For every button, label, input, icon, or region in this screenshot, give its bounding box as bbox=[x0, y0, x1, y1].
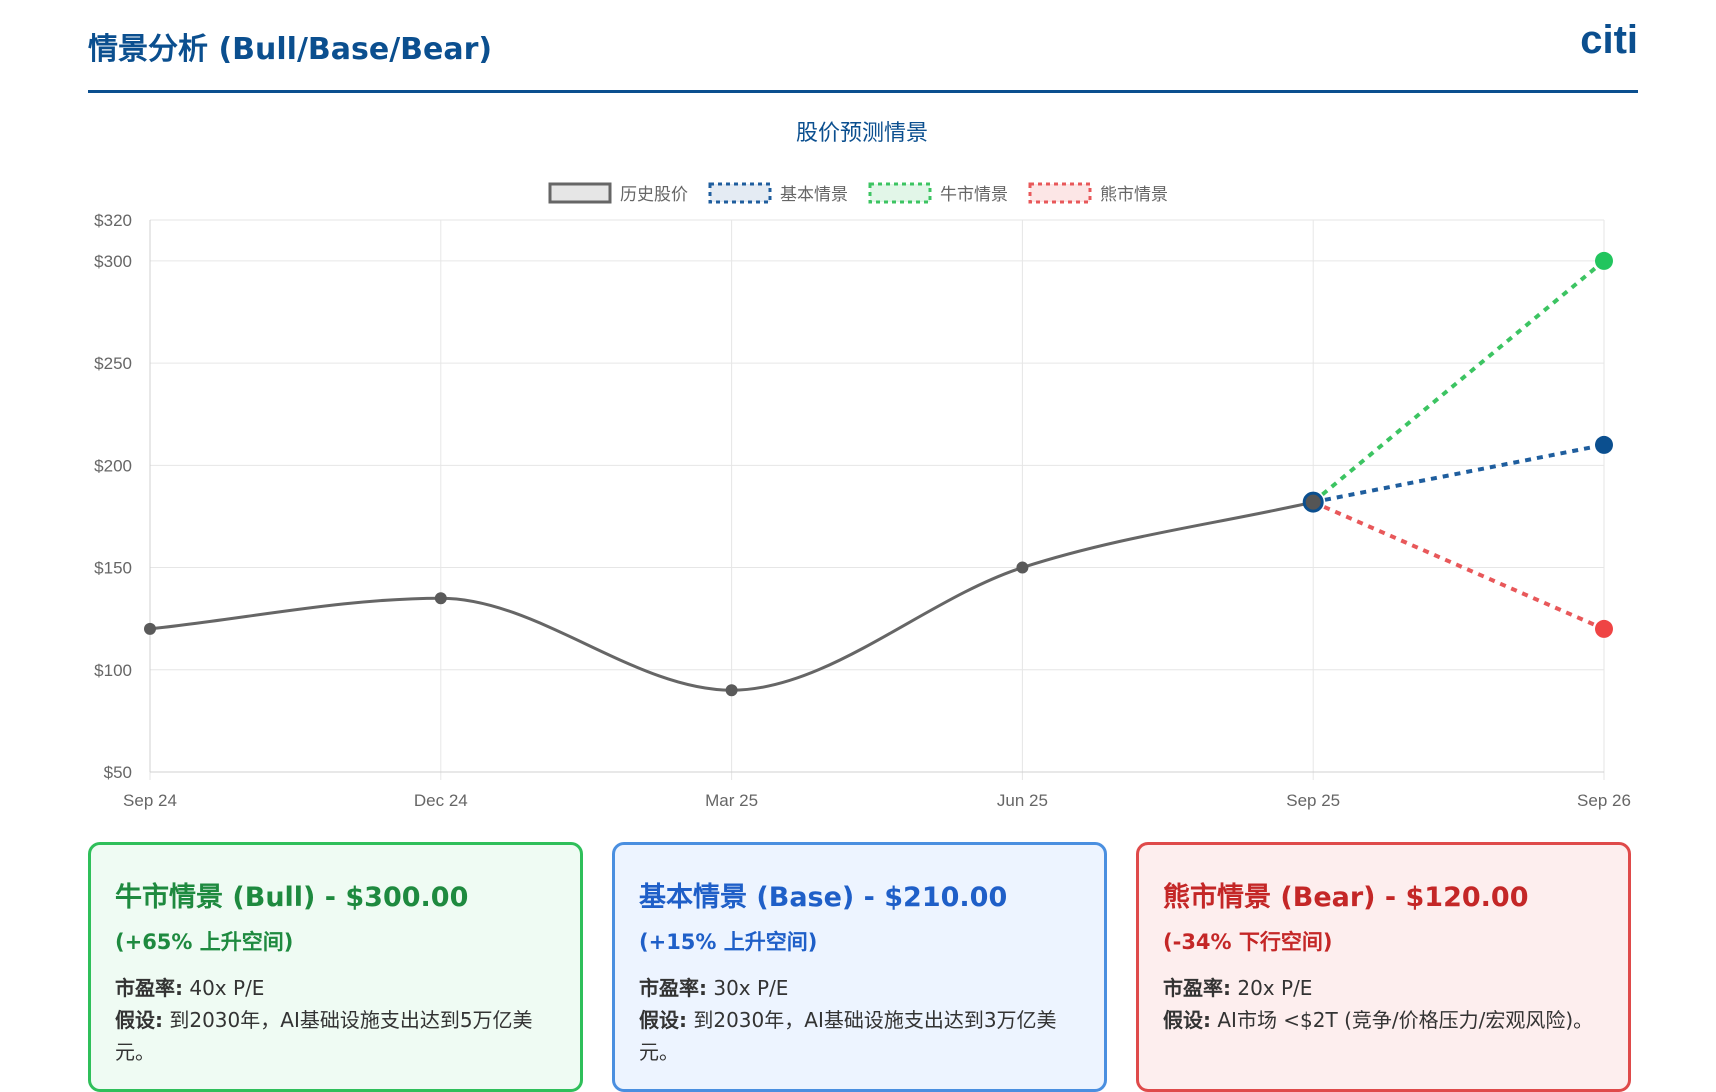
base-card-assumption: 假设: 到2030年，AI基础设施支出达到3万亿美元。 bbox=[639, 1008, 1057, 1064]
legend-item-3: 熊市情景 bbox=[1028, 182, 1168, 205]
bear-target-point bbox=[1595, 619, 1613, 638]
legend-swatch bbox=[1028, 182, 1092, 204]
bear-scenario-line bbox=[1312, 500, 1605, 631]
x-tick-label: Dec 24 bbox=[414, 791, 468, 810]
y-tick-label: $100 bbox=[94, 661, 132, 680]
y-tick-label: $250 bbox=[94, 354, 132, 373]
history-point bbox=[434, 592, 447, 605]
base-card-title: 基本情景 (Base) - $210.00 bbox=[639, 882, 1008, 913]
legend-item-2: 牛市情景 bbox=[868, 182, 1008, 205]
citi-logo: citi bbox=[1580, 18, 1638, 62]
chart-title: 股价预测情景 bbox=[796, 121, 928, 146]
base-scenario-line bbox=[1312, 442, 1605, 505]
legend-item-1: 基本情景 bbox=[708, 182, 848, 205]
y-tick-label: $150 bbox=[94, 559, 132, 578]
bear-card-downside: (-34% 下行空间) bbox=[1163, 930, 1333, 954]
legend-label: 牛市情景 bbox=[940, 185, 1008, 205]
base-card-pe: 市盈率: 30x P/E bbox=[639, 976, 789, 1000]
bull-scenario-line bbox=[1311, 259, 1606, 504]
legend-item-0: 历史股价 bbox=[548, 182, 688, 205]
y-tick-label: $300 bbox=[94, 252, 132, 271]
legend-label: 历史股价 bbox=[620, 185, 688, 205]
legend-swatch bbox=[548, 182, 612, 204]
bull-scenario-card: 牛市情景 (Bull) - $300.00 (+65% 上升空间) 市盈率: 4… bbox=[88, 842, 583, 1092]
y-tick-label: $320 bbox=[94, 211, 132, 230]
scenario-cards: 牛市情景 (Bull) - $300.00 (+65% 上升空间) 市盈率: 4… bbox=[88, 842, 1638, 1092]
bear-card-assumption: 假设: AI市场 <$2T (竞争/价格压力/宏观风险)。 bbox=[1163, 1008, 1594, 1032]
history-point bbox=[1302, 491, 1324, 513]
x-tick-label: Jun 25 bbox=[997, 791, 1048, 810]
y-tick-label: $50 bbox=[104, 763, 132, 782]
bull-card-title: 牛市情景 (Bull) - $300.00 bbox=[115, 882, 469, 913]
x-tick-label: Mar 25 bbox=[705, 791, 758, 810]
bull-target-point bbox=[1595, 251, 1613, 270]
base-scenario-card: 基本情景 (Base) - $210.00 (+15% 上升空间) 市盈率: 3… bbox=[612, 842, 1107, 1092]
history-point bbox=[144, 622, 156, 635]
base-target-point bbox=[1595, 435, 1613, 454]
history-point bbox=[725, 684, 738, 697]
legend-label: 熊市情景 bbox=[1100, 185, 1168, 205]
legend-swatch bbox=[708, 182, 772, 204]
bear-card-pe: 市盈率: 20x P/E bbox=[1163, 976, 1313, 1000]
y-tick-label: $200 bbox=[94, 456, 132, 475]
x-tick-label: Sep 26 bbox=[1577, 791, 1631, 810]
x-tick-label: Sep 25 bbox=[1286, 791, 1340, 810]
page-title: 情景分析 (Bull/Base/Bear) bbox=[88, 32, 493, 67]
x-tick-label: Sep 24 bbox=[123, 791, 177, 810]
legend-swatch bbox=[868, 182, 932, 204]
base-card-upside: (+15% 上升空间) bbox=[639, 930, 818, 954]
page-header: 情景分析 (Bull/Base/Bear) citi bbox=[88, 0, 1638, 93]
bull-card-assumption: 假设: 到2030年，AI基础设施支出达到5万亿美元。 bbox=[115, 1008, 533, 1064]
bear-scenario-card: 熊市情景 (Bear) - $120.00 (-34% 下行空间) 市盈率: 2… bbox=[1136, 842, 1631, 1092]
history-point bbox=[1016, 561, 1029, 574]
legend-label: 基本情景 bbox=[780, 185, 848, 205]
bull-card-upside: (+65% 上升空间) bbox=[115, 930, 294, 954]
bear-card-title: 熊市情景 (Bear) - $120.00 bbox=[1163, 882, 1529, 913]
bull-card-pe: 市盈率: 40x P/E bbox=[115, 976, 265, 1000]
price-scenario-chart: 股价预测情景历史股价 基本情景 牛市情景 熊市情景 $50 $100 $150 $200 $25… bbox=[94, 121, 1631, 810]
